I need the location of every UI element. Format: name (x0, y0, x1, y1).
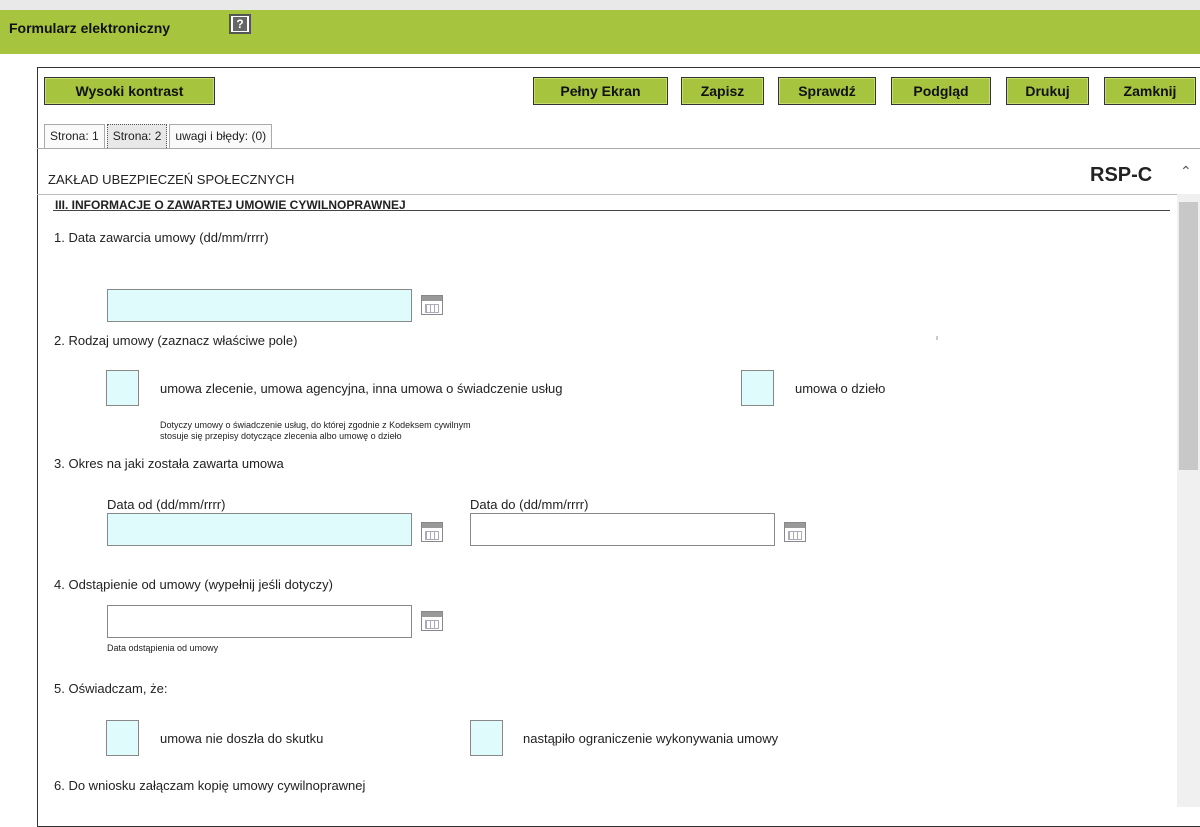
stray-mark (936, 336, 938, 340)
save-button[interactable]: Zapisz (681, 77, 764, 105)
fullscreen-button[interactable]: Pełny Ekran (533, 77, 668, 105)
tab-remarks-errors[interactable]: uwagi i błędy: (0) (169, 124, 273, 148)
date-to-label: Data do (dd/mm/rrrr) (470, 497, 589, 512)
work-contract-checkbox[interactable] (741, 370, 774, 406)
tab-divider (37, 148, 1200, 149)
date-to-field[interactable] (470, 513, 775, 546)
top-strip (0, 0, 1200, 10)
q5-label: 5. Oświadczam, że: (54, 681, 168, 696)
contract-note-line2: stosuje się przepisy dotyczące zlecenia … (160, 431, 402, 441)
calendar-icon[interactable] (421, 611, 443, 631)
q2-label: 2. Rodzaj umowy (zaznacz właściwe pole) (54, 333, 298, 348)
form-code: RSP-C (1090, 164, 1153, 186)
check-button[interactable]: Sprawdź (778, 77, 876, 105)
date-from-label: Data od (dd/mm/rrrr) (107, 497, 226, 512)
withdrawal-date-caption: Data odstąpienia od umowy (107, 643, 219, 653)
print-button[interactable]: Drukuj (1006, 77, 1089, 105)
chevron-up-icon[interactable]: ⌃ (1180, 163, 1192, 180)
q1-label: 1. Data zawarcia umowy (dd/mm/rrrr) (54, 230, 269, 245)
scrollbar-thumb[interactable] (1179, 202, 1198, 470)
header-separator (37, 194, 1177, 195)
tab-page-1[interactable]: Strona: 1 (44, 124, 105, 148)
preview-button[interactable]: Podgląd (891, 77, 991, 105)
contract-note-line1: Dotyczy umowy o świadczenie usług, do kt… (160, 420, 471, 430)
calendar-icon[interactable] (421, 522, 443, 542)
limitation-label: nastąpiło ograniczenie wykonywania umowy (523, 731, 779, 746)
help-icon[interactable]: ? (229, 14, 251, 34)
not-effective-label: umowa nie doszła do skutku (160, 731, 324, 746)
calendar-icon[interactable] (784, 522, 806, 542)
high-contrast-button[interactable]: Wysoki kontrast (44, 77, 215, 105)
tab-page-2[interactable]: Strona: 2 (106, 124, 168, 148)
limitation-checkbox[interactable] (470, 720, 503, 756)
service-contract-label: umowa zlecenie, umowa agencyjna, inna um… (160, 381, 563, 396)
app-title: Formularz elektroniczny (9, 20, 171, 36)
service-contract-checkbox[interactable] (106, 370, 139, 406)
page-tabs: Strona: 1 Strona: 2 uwagi i błędy: (0) (44, 124, 274, 148)
not-effective-checkbox[interactable] (106, 720, 139, 756)
app-header (0, 10, 1200, 54)
q6-label: 6. Do wniosku załączam kopię umowy cywil… (54, 778, 366, 793)
q3-label: 3. Okres na jaki została zawarta umowa (54, 456, 284, 471)
close-button[interactable]: Zamknij (1104, 77, 1196, 105)
withdrawal-date-field[interactable] (107, 605, 412, 638)
contract-date-field[interactable] (107, 289, 412, 322)
q4-label: 4. Odstąpienie od umowy (wypełnij jeśli … (54, 577, 333, 592)
help-glyph: ? (233, 17, 247, 31)
date-from-field[interactable] (107, 513, 412, 546)
work-contract-label: umowa o dzieło (795, 381, 886, 396)
calendar-icon[interactable] (421, 295, 443, 315)
institution-name: ZAKŁAD UBEZPIECZEŃ SPOŁECZNYCH (48, 172, 295, 187)
section-underline (53, 210, 1170, 211)
